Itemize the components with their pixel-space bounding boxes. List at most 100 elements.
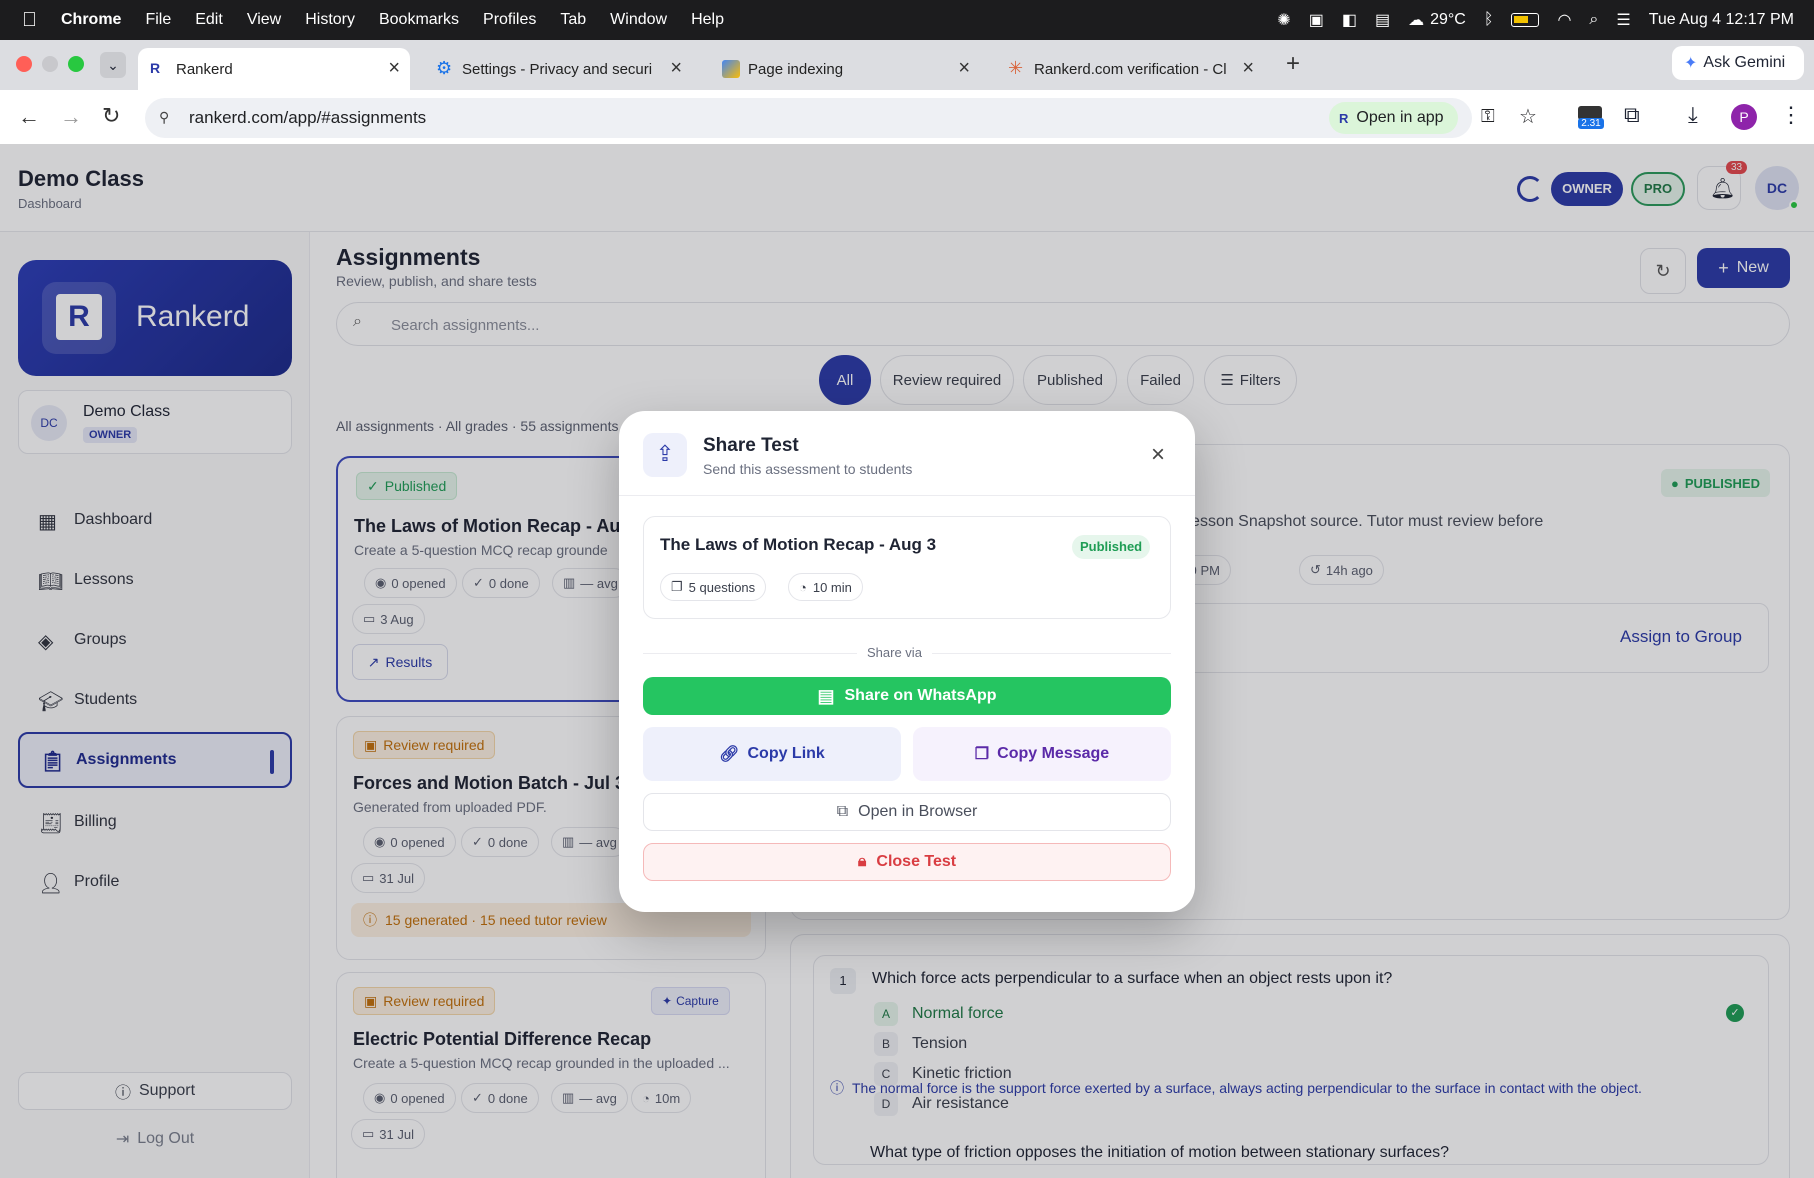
reload-icon[interactable]: ↻ — [102, 103, 120, 129]
temperature: 29°C — [1430, 11, 1466, 28]
tab-title: Rankerd — [176, 60, 233, 78]
copy-icon: ❐ — [671, 579, 683, 594]
tab-title: Rankerd.com verification - Cl — [1034, 60, 1227, 78]
share-test-modal: ⇪ Share Test Send this assessment to stu… — [619, 411, 1195, 912]
apple-icon[interactable]:  — [22, 9, 37, 32]
weather-icon[interactable]: ☁ — [1408, 10, 1424, 30]
forward-icon[interactable]: → — [60, 104, 82, 130]
clock[interactable]: Tue Aug 4 12:17 PM — [1649, 11, 1794, 29]
menu-bookmarks[interactable]: Bookmarks — [379, 11, 459, 29]
bluetooth-icon[interactable]: ᛒ — [1484, 11, 1494, 29]
close-test-button[interactable]: 🔒︎ Close Test — [643, 843, 1171, 881]
chat-icon: ▤ — [817, 685, 835, 706]
minimize-window-button[interactable] — [42, 56, 58, 72]
copy-link-label: Copy Link — [747, 745, 825, 762]
url-text[interactable]: rankerd.com/app/#assignments — [189, 108, 426, 128]
copy-link-button[interactable]: 🔗︎ Copy Link — [643, 727, 901, 781]
copy-message-label: Copy Message — [997, 745, 1110, 762]
timer-icon: ◔ — [799, 579, 807, 595]
wifi-icon[interactable]: ◠ — [1557, 10, 1571, 30]
menu-history[interactable]: History — [305, 11, 355, 29]
download-icon[interactable]: ⤓ — [1688, 102, 1698, 128]
extensions-puzzle-icon[interactable]: ⧉ — [1624, 102, 1640, 128]
share-icon-box: ⇪ — [643, 433, 687, 477]
extension-badge[interactable]: 2.31 — [1578, 106, 1604, 132]
search-console-icon — [722, 60, 740, 78]
menu-view[interactable]: View — [247, 11, 281, 29]
modal-subtitle: Send this assessment to students — [703, 461, 913, 477]
copy-message-button[interactable]: ❐ Copy Message — [913, 727, 1171, 781]
tab-strip: ⌄ R Rankerd × ⚙ Settings - Privacy and s… — [0, 40, 1814, 90]
close-window-button[interactable] — [16, 56, 32, 72]
battery-app-icon[interactable]: ▤ — [1375, 10, 1390, 30]
menu-file[interactable]: File — [145, 11, 171, 29]
test-status-badge: Published — [1072, 535, 1151, 559]
browser-toolbar: ← → ↻ ⚲ rankerd.com/app/#assignments R O… — [0, 90, 1814, 144]
maximize-window-button[interactable] — [68, 56, 84, 72]
rankerd-favicon: R — [150, 60, 161, 76]
macos-menubar:  Chrome File Edit View History Bookmark… — [0, 0, 1814, 40]
control-center-icon[interactable]: ☰ — [1616, 10, 1630, 30]
ask-gemini-label: Ask Gemini — [1703, 54, 1786, 71]
duration-text: 10 min — [812, 579, 852, 595]
rankerd-small-icon: R — [1339, 110, 1349, 126]
questions-text: 5 questions — [688, 579, 756, 595]
close-test-label: Close Test — [876, 853, 957, 870]
extension-badge-count: 2.31 — [1578, 118, 1604, 129]
tab-title: Settings - Privacy and securi — [462, 60, 653, 78]
tab-search-button[interactable]: ⌄ — [100, 52, 126, 78]
bookmark-star-icon[interactable]: ☆ — [1519, 104, 1537, 129]
open-in-browser-button[interactable]: ⧉ Open in Browser — [643, 793, 1171, 831]
tab-rankerd[interactable]: R Rankerd × — [138, 48, 410, 90]
gemini-icon: ✦ — [1684, 55, 1698, 72]
copy-icon: ❐ — [974, 746, 990, 763]
close-tab-icon[interactable]: × — [958, 57, 970, 80]
open-browser-label: Open in Browser — [858, 803, 978, 820]
close-tab-icon[interactable]: × — [670, 57, 682, 80]
share-icon: ⇪ — [655, 441, 675, 466]
address-bar[interactable]: ⚲ rankerd.com/app/#assignments R Open in… — [145, 98, 1537, 138]
menu-help[interactable]: Help — [691, 11, 724, 29]
status-app-icon[interactable]: ▣ — [1309, 10, 1324, 30]
battery-icon[interactable] — [1511, 13, 1540, 27]
share-via-label: Share via — [857, 645, 932, 660]
duration-pill: ◔ 10 min — [788, 573, 863, 601]
key-icon[interactable]: ⚿ — [1481, 106, 1495, 127]
share-whatsapp-button[interactable]: ▤ Share on WhatsApp — [643, 677, 1171, 715]
profile-avatar[interactable]: P — [1731, 104, 1757, 130]
lock-icon: 🔒︎ — [857, 853, 867, 870]
menu-profiles[interactable]: Profiles — [483, 11, 536, 29]
menu-edit[interactable]: Edit — [195, 11, 223, 29]
tab-page-indexing[interactable]: Page indexing × — [710, 48, 980, 90]
link-icon: 🔗︎ — [719, 746, 740, 763]
more-menu-icon[interactable]: ⋮ — [1780, 102, 1802, 128]
ask-gemini-button[interactable]: ✦ Ask Gemini — [1672, 46, 1804, 80]
external-link-icon: ⧉ — [836, 803, 849, 820]
menu-chrome[interactable]: Chrome — [61, 11, 121, 29]
modal-divider — [619, 495, 1195, 496]
close-tab-icon[interactable]: × — [1242, 57, 1254, 80]
test-title: The Laws of Motion Recap - Aug 3 — [660, 535, 937, 554]
menu-tab[interactable]: Tab — [560, 11, 586, 29]
tab-settings[interactable]: ⚙ Settings - Privacy and securi × — [424, 48, 692, 90]
tab-verification[interactable]: ✳ Rankerd.com verification - Cl × — [996, 48, 1264, 90]
test-summary-card: The Laws of Motion Recap - Aug 3 Publish… — [643, 516, 1171, 619]
open-in-app-button[interactable]: R Open in app — [1329, 102, 1458, 134]
openai-icon[interactable]: ✺ — [1277, 10, 1290, 30]
menu-window[interactable]: Window — [610, 11, 667, 29]
whatsapp-label: Share on WhatsApp — [844, 687, 997, 704]
site-info-icon[interactable]: ⚲ — [159, 109, 169, 126]
claude-icon: ✳ — [1008, 58, 1024, 78]
back-icon[interactable]: ← — [18, 104, 40, 130]
spotlight-icon[interactable]: ⌕ — [1589, 11, 1598, 29]
tab-title: Page indexing — [748, 60, 844, 78]
modal-title: Share Test — [703, 435, 799, 456]
open-in-app-label: Open in app — [1356, 109, 1444, 126]
window-controls — [16, 56, 84, 72]
status-app-icon-2[interactable]: ◧ — [1342, 10, 1357, 30]
questions-pill: ❐ 5 questions — [660, 573, 767, 601]
close-icon[interactable]: × — [1151, 441, 1165, 469]
close-tab-icon[interactable]: × — [388, 57, 400, 80]
new-tab-icon[interactable]: + — [1286, 50, 1300, 78]
gear-icon: ⚙ — [436, 58, 453, 78]
